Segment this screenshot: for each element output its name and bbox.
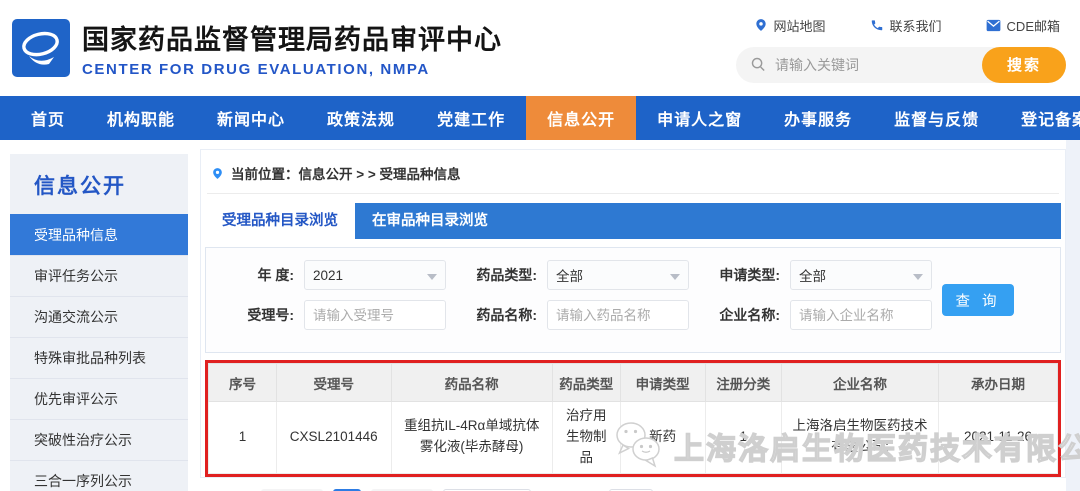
tab-accepted-catalog[interactable]: 受理品种目录浏览 xyxy=(205,203,355,239)
chevron-down-icon xyxy=(427,274,437,280)
contact-link[interactable]: 联系我们 xyxy=(870,16,942,35)
location-pin-icon xyxy=(755,19,766,31)
search-icon xyxy=(750,56,767,73)
catalog-tabbar: 受理品种目录浏览 在审品种目录浏览 xyxy=(205,203,1061,239)
apply-type-label: 申请类型: xyxy=(719,267,780,283)
col-registration-class: 注册分类 xyxy=(704,363,783,402)
chevron-down-icon xyxy=(670,274,680,280)
cell-serial-no: 1 xyxy=(208,401,277,474)
chevron-down-icon xyxy=(913,274,923,280)
col-apply-type: 申请类型 xyxy=(619,363,706,402)
drug-type-select[interactable]: 全部 xyxy=(547,260,689,290)
nav-item-applicant-window[interactable]: 申请人之窗 xyxy=(636,96,763,140)
company-name-label: 企业名称: xyxy=(719,307,780,323)
mail-icon xyxy=(986,19,1000,31)
brand-titles: 国家药品监督管理局药品审评中心 CENTER FOR DRUG EVALUATI… xyxy=(82,18,502,78)
nav-item-news[interactable]: 新闻中心 xyxy=(196,96,306,140)
acceptance-no-label: 受理号: xyxy=(247,307,294,323)
nav-item-info-disclosure[interactable]: 信息公开 xyxy=(526,96,637,140)
nav-item-functions[interactable]: 机构职能 xyxy=(86,96,196,140)
site-title: 国家药品监督管理局药品审评中心 xyxy=(82,25,502,55)
cde-mail-label: CDE邮箱 xyxy=(1006,18,1060,34)
cell-acceptance-no: CXSL2101446 xyxy=(275,401,392,474)
sidebar-item-breakthrough-therapy[interactable]: 突破性治疗公示 xyxy=(10,419,188,460)
sidebar-item-priority-review[interactable]: 优先审评公示 xyxy=(10,378,188,419)
nav-item-party-building[interactable]: 党建工作 xyxy=(416,96,526,140)
col-undertake-date: 承办日期 xyxy=(938,363,1058,402)
drug-name-label: 药品名称: xyxy=(476,307,537,323)
sitemap-link[interactable]: 网站地图 xyxy=(754,16,826,35)
col-serial-no: 序号 xyxy=(208,363,277,402)
cell-drug-name: 重组抗IL-4Rα单域抗体雾化液(毕赤酵母) xyxy=(390,401,553,474)
drug-name-input[interactable] xyxy=(547,300,689,330)
cell-drug-type: 治疗用生物制品 xyxy=(551,401,621,474)
results-table: 序号 受理号 药品名称 药品类型 申请类型 注册分类 企业名称 承办日期 1 C… xyxy=(208,363,1058,474)
nav-item-services[interactable]: 办事服务 xyxy=(763,96,873,140)
table-row: 1 CXSL2101446 重组抗IL-4Rα单域抗体雾化液(毕赤酵母) 治疗用… xyxy=(208,401,1058,474)
breadcrumb-divider xyxy=(207,193,1059,194)
header-quick-links: 网站地图 联系我们 CDE邮箱 xyxy=(754,16,1060,35)
breadcrumb: 当前位置：信息公开 > > 受理品种信息 xyxy=(201,150,1065,193)
sidebar: 信息公开 受理品种信息 审评任务公示 沟通交流公示 特殊审批品种列表 优先审评公… xyxy=(10,154,188,491)
table-header-row: 序号 受理号 药品名称 药品类型 申请类型 注册分类 企业名称 承办日期 xyxy=(208,363,1058,402)
col-drug-name: 药品名称 xyxy=(390,363,553,402)
tab-under-review-catalog[interactable]: 在审品种目录浏览 xyxy=(355,203,505,239)
sidebar-item-three-in-one[interactable]: 三合一序列公示 xyxy=(10,460,188,491)
nav-item-policy[interactable]: 政策法规 xyxy=(306,96,416,140)
location-pin-icon xyxy=(213,167,222,179)
site-header: 国家药品监督管理局药品审评中心 CENTER FOR DRUG EVALUATI… xyxy=(0,0,1080,96)
col-acceptance-no: 受理号 xyxy=(275,363,392,402)
results-table-highlight: 序号 受理号 药品名称 药品类型 申请类型 注册分类 企业名称 承办日期 1 C… xyxy=(205,360,1061,477)
search-input[interactable] xyxy=(767,56,982,73)
cell-registration-class: 1 xyxy=(704,401,783,474)
year-select[interactable]: 2021 xyxy=(304,260,446,290)
breadcrumb-text: 当前位置：信息公开 > > 受理品种信息 xyxy=(231,167,461,182)
apply-type-select-value: 全部 xyxy=(799,269,826,284)
query-button[interactable]: 查 询 xyxy=(942,284,1014,316)
year-label: 年 度: xyxy=(257,267,294,283)
site-search: 搜索 xyxy=(736,46,1066,83)
sidebar-item-review-task[interactable]: 审评任务公示 xyxy=(10,255,188,296)
col-company-name: 企业名称 xyxy=(781,363,940,402)
nav-item-supervision[interactable]: 监督与反馈 xyxy=(873,96,1000,140)
filter-panel: 年 度: 2021 药品类型: 全部 申请类型: 全部 受理号: 请输入受理号 … xyxy=(205,247,1061,353)
site-subtitle: CENTER FOR DRUG EVALUATION, NMPA xyxy=(82,61,430,78)
sidebar-item-accepted-variety-info[interactable]: 受理品种信息 xyxy=(10,214,188,255)
content-panel: 当前位置：信息公开 > > 受理品种信息 受理品种目录浏览 在审品种目录浏览 年… xyxy=(200,149,1066,491)
nav-item-home[interactable]: 首页 xyxy=(10,96,86,140)
cell-undertake-date: 2021-11-26 xyxy=(938,401,1058,474)
nav-item-registration-platform[interactable]: 登记备案平台 xyxy=(1000,96,1080,140)
acceptance-no-input[interactable] xyxy=(304,300,446,330)
main-nav: 首页 机构职能 新闻中心 政策法规 党建工作 信息公开 申请人之窗 办事服务 监… xyxy=(0,96,1080,140)
sidebar-item-communication[interactable]: 沟通交流公示 xyxy=(10,296,188,337)
cde-mail-link[interactable]: CDE邮箱 xyxy=(986,16,1060,35)
apply-type-select[interactable]: 全部 xyxy=(790,260,932,290)
cell-company-name: 上海洛启生物医药技术有限公司; xyxy=(781,401,940,474)
col-drug-type: 药品类型 xyxy=(551,363,621,402)
cell-apply-type: 新药 xyxy=(619,401,706,474)
search-button[interactable]: 搜索 xyxy=(982,46,1066,83)
phone-icon xyxy=(871,20,882,31)
drug-type-label: 药品类型: xyxy=(476,267,537,283)
drug-type-select-value: 全部 xyxy=(556,269,583,284)
contact-label: 联系我们 xyxy=(889,18,942,34)
sidebar-title: 信息公开 xyxy=(34,175,126,198)
year-select-value: 2021 xyxy=(313,267,344,283)
cde-logo-icon xyxy=(12,19,70,77)
page-body: 信息公开 受理品种信息 审评任务公示 沟通交流公示 特殊审批品种列表 优先审评公… xyxy=(0,140,1080,491)
company-name-input[interactable] xyxy=(790,300,932,330)
sitemap-label: 网站地图 xyxy=(773,18,826,34)
sidebar-item-special-approval-list[interactable]: 特殊审批品种列表 xyxy=(10,337,188,378)
